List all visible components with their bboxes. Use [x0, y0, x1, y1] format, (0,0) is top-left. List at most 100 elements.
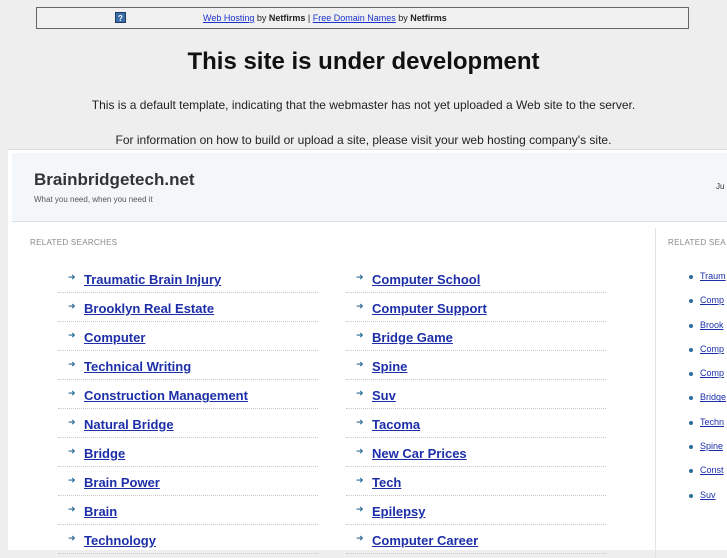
arrow-icon: ➜ [356, 446, 364, 456]
arrow-icon: ➜ [68, 475, 76, 485]
arrow-icon: ➜ [68, 533, 76, 543]
side-link[interactable]: Comp [700, 344, 724, 354]
bullet-icon [689, 396, 693, 401]
arrow-icon: ➜ [68, 359, 76, 369]
domain-name: Brainbridgetech.net [34, 170, 195, 189]
related-link[interactable]: Bridge [84, 446, 125, 461]
related-link[interactable]: Technology [84, 533, 156, 548]
list-item: Comp [683, 292, 727, 316]
list-item: ➜ Computer Support [346, 293, 606, 322]
list-item: ➜ Tech [346, 467, 606, 496]
list-item: Comp [683, 365, 727, 389]
bullet-icon [689, 469, 693, 474]
list-item: ➜ Computer School [346, 264, 606, 293]
list-item: ➜ Tacoma [346, 409, 606, 438]
related-link[interactable]: Tacoma [372, 417, 420, 432]
arrow-icon: ➜ [68, 504, 76, 514]
related-link[interactable]: New Car Prices [372, 446, 467, 461]
bullet-icon [689, 347, 693, 352]
related-link[interactable]: Bridge Game [372, 330, 453, 345]
related-link[interactable]: Tech [372, 475, 401, 490]
related-link[interactable]: Traumatic Brain Injury [84, 272, 221, 287]
side-link[interactable]: Techn [700, 417, 724, 427]
list-item: ➜ Brain [58, 496, 318, 525]
arrow-icon: ➜ [356, 475, 364, 485]
related-link[interactable]: Computer Support [372, 301, 487, 316]
related-link[interactable]: Brooklyn Real Estate [84, 301, 214, 316]
list-item: Spine [683, 438, 727, 462]
side-link[interactable]: Suv [700, 490, 716, 500]
arrow-icon: ➜ [356, 301, 364, 311]
list-item: ➜ Bridge Game [346, 322, 606, 351]
list-item: Suv [683, 487, 727, 511]
arrow-icon: ➜ [356, 417, 364, 427]
side-link[interactable]: Spine [700, 441, 723, 451]
bullet-icon [689, 493, 693, 498]
arrow-icon: ➜ [68, 388, 76, 398]
column-divider [655, 228, 656, 558]
list-item: ➜ Bridge [58, 438, 318, 467]
hosting-banner: ? Web Hosting by Netfirms | Free Domain … [36, 7, 689, 29]
question-icon[interactable]: ? [115, 12, 126, 23]
arrow-icon: ➜ [356, 504, 364, 514]
side-link[interactable]: Comp [700, 368, 724, 378]
related-link[interactable]: Computer [84, 330, 145, 345]
related-link[interactable]: Technical Writing [84, 359, 191, 374]
side-link[interactable]: Brook [700, 320, 724, 330]
list-item: ➜ Computer [58, 322, 318, 351]
free-domain-names-link[interactable]: Free Domain Names [313, 13, 396, 23]
list-item: ➜ Suv [346, 380, 606, 409]
list-item: Techn [683, 414, 727, 438]
arrow-icon: ➜ [68, 272, 76, 282]
arrow-icon: ➜ [68, 417, 76, 427]
page-title: This site is under development [187, 48, 540, 75]
bullet-icon [689, 299, 693, 304]
list-item: ➜ Traumatic Brain Injury [58, 264, 318, 293]
list-item: ➜ Technology [58, 525, 318, 554]
arrow-icon: ➜ [68, 330, 76, 340]
side-link[interactable]: Const [700, 465, 724, 475]
arrow-icon: ➜ [356, 388, 364, 398]
sidebar-related-links: Traum Comp Brook Comp Comp Bridge Techn … [683, 268, 727, 511]
list-item: ➜ Natural Bridge [58, 409, 318, 438]
default-template-message: This is a default template, indicating t… [91, 98, 636, 112]
banner-by-1: by [254, 13, 269, 23]
related-link[interactable]: Epilepsy [372, 504, 425, 519]
arrow-icon: ➜ [356, 272, 364, 282]
list-item: Comp [683, 341, 727, 365]
related-link[interactable]: Spine [372, 359, 407, 374]
side-link[interactable]: Comp [700, 295, 724, 305]
list-item: ➜ Brain Power [58, 467, 318, 496]
web-hosting-link[interactable]: Web Hosting [203, 13, 254, 23]
parked-domain-panel: Brainbridgetech.net What you need, when … [8, 149, 727, 558]
hosting-info-message: For information on how to build or uploa… [115, 133, 612, 147]
related-links-right: ➜ Computer School ➜ Computer Support ➜ Brid… [346, 264, 606, 554]
list-item: ➜ Brooklyn Real Estate [58, 293, 318, 322]
banner-separator: | [305, 13, 313, 23]
bullet-icon [689, 372, 693, 377]
bullet-icon [689, 323, 693, 328]
related-searches-label-right: RELATED SEA [668, 238, 726, 247]
list-item: ➜ Epilepsy [346, 496, 606, 525]
side-link[interactable]: Traum [700, 271, 726, 281]
arrow-icon: ➜ [356, 330, 364, 340]
side-link[interactable]: Bridge [700, 392, 726, 402]
banner-links: Web Hosting by Netfirms | Free Domain Na… [203, 13, 447, 23]
list-item: ➜ New Car Prices [346, 438, 606, 467]
arrow-icon: ➜ [356, 359, 364, 369]
related-link[interactable]: Natural Bridge [84, 417, 174, 432]
arrow-icon: ➜ [68, 301, 76, 311]
related-searches-label: RELATED SEARCHES [30, 238, 118, 247]
related-link[interactable]: Brain [84, 504, 117, 519]
bullet-icon [689, 420, 693, 425]
list-item: ➜ Computer Career [346, 525, 606, 554]
list-item: Bridge [683, 389, 727, 413]
related-link[interactable]: Computer Career [372, 533, 478, 548]
related-link[interactable]: Construction Management [84, 388, 248, 403]
related-link[interactable]: Suv [372, 388, 396, 403]
related-link[interactable]: Computer School [372, 272, 480, 287]
list-item: Brook [683, 317, 727, 341]
header-corner-text: Ju [716, 182, 725, 191]
list-item: ➜ Spine [346, 351, 606, 380]
related-link[interactable]: Brain Power [84, 475, 160, 490]
